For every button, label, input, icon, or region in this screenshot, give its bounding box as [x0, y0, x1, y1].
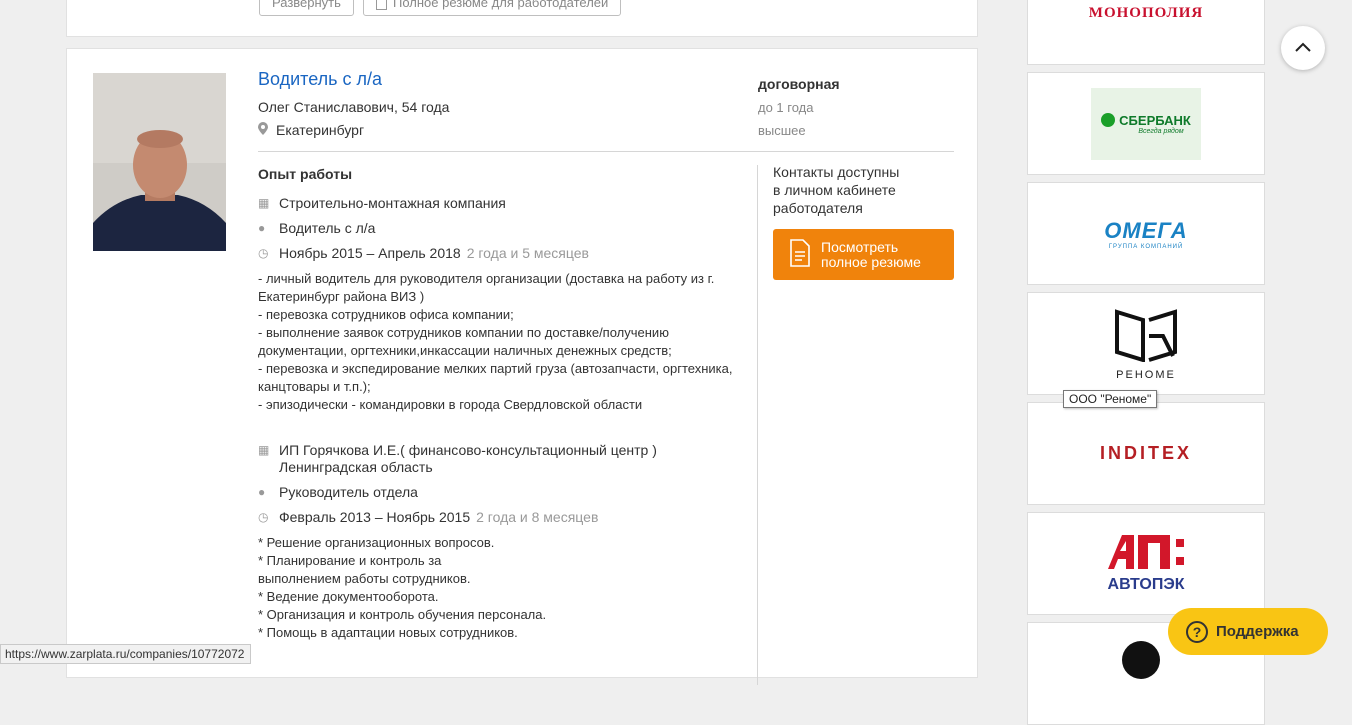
resume-title-link[interactable]: Водитель с л/а	[258, 69, 382, 90]
location-pin-icon	[258, 122, 268, 138]
person-icon: ●	[258, 221, 266, 235]
candidate-city: Екатеринбург	[258, 122, 364, 138]
divider	[258, 151, 954, 152]
job-position: ● Водитель с л/а	[258, 220, 376, 236]
support-button[interactable]: ? Поддержка	[1168, 608, 1328, 655]
job-description: - личный водитель для руководителя орган…	[258, 271, 733, 412]
radiation-logo-icon	[1122, 641, 1160, 679]
job-duration: 2 года и 5 месяцев	[466, 245, 589, 261]
job-duration: 2 года и 8 месяцев	[476, 509, 599, 525]
renome-book-icon	[1113, 306, 1179, 367]
job-position: ● Руководитель отдела	[258, 484, 418, 500]
company-logo-avtopek[interactable]: АВТОПЭК	[1027, 512, 1265, 615]
building-icon: ▦	[258, 196, 270, 210]
candidate-photo[interactable]	[93, 73, 226, 251]
document-icon	[376, 0, 387, 10]
company-logo-monopoly[interactable]: МОНОПОЛИЯ	[1027, 0, 1265, 65]
education-level: высшее	[758, 123, 806, 138]
previous-resume-card: Развернуть Полное резюме для работодател…	[66, 0, 978, 37]
job-period: ◷ Ноябрь 2015 – Апрель 2018 2 года и 5 ме…	[258, 245, 589, 261]
job-company: ▦ Строительно-монтажная компания	[258, 195, 506, 211]
building-icon: ▦	[258, 443, 270, 457]
full-resume-button[interactable]: Полное резюме для работодателей	[363, 0, 622, 16]
sberbank-mark-icon	[1101, 113, 1116, 127]
document-icon	[789, 239, 811, 270]
experience-summary: до 1 года	[758, 100, 814, 115]
person-icon: ●	[258, 485, 266, 499]
company-logo-inditex[interactable]: INDITEX	[1027, 402, 1265, 505]
salary: договорная	[758, 76, 840, 92]
job-description: * Решение организационных вопросов. * Пл…	[258, 535, 547, 640]
work-experience-heading: Опыт работы	[258, 166, 353, 182]
column-divider	[757, 165, 758, 685]
city-label: Екатеринбург	[276, 122, 365, 138]
question-circle-icon: ?	[1186, 620, 1208, 643]
contacts-notice: Контакты доступны в личном кабинете рабо…	[773, 164, 900, 216]
status-bar-url: https://www.zarplata.ru/companies/107720…	[0, 644, 252, 664]
job-period: ◷ Февраль 2013 – Ноябрь 2015 2 года и 8 м…	[258, 509, 599, 525]
clock-icon: ◷	[258, 510, 269, 524]
view-full-resume-button[interactable]: Посмотреть полное резюме	[773, 229, 954, 280]
clock-icon: ◷	[258, 246, 269, 260]
sberbank-logo: СБЕРБАНК Всегда рядом	[1091, 87, 1201, 160]
company-logo-renome[interactable]: РЕНОМЕ	[1027, 292, 1265, 395]
resume-card: Водитель с л/а Олег Станиславович, 54 го…	[66, 48, 978, 685]
company-logo-sberbank[interactable]: СБЕРБАНК Всегда рядом	[1027, 72, 1265, 175]
scroll-to-top-button[interactable]	[1281, 26, 1325, 70]
view-full-resume-label: Посмотреть полное резюме	[821, 238, 921, 270]
job-company: ▦ ИП Горячкова И.Е.( финансово-консульта…	[258, 442, 657, 475]
company-logo-omega[interactable]: ОМЕГА ГРУППА КОМПАНИЙ	[1027, 182, 1265, 285]
avtopek-mark-icon	[1104, 533, 1188, 576]
chevron-up-icon	[1295, 39, 1311, 57]
support-label: Поддержка	[1216, 623, 1299, 640]
candidate-name-age: Олег Станиславович, 54 года	[258, 99, 450, 115]
expand-button[interactable]: Развернуть	[259, 0, 354, 16]
full-resume-label: Полное резюме для работодателей	[393, 0, 609, 10]
logo-tooltip: ООО "Реноме"	[1063, 390, 1158, 408]
